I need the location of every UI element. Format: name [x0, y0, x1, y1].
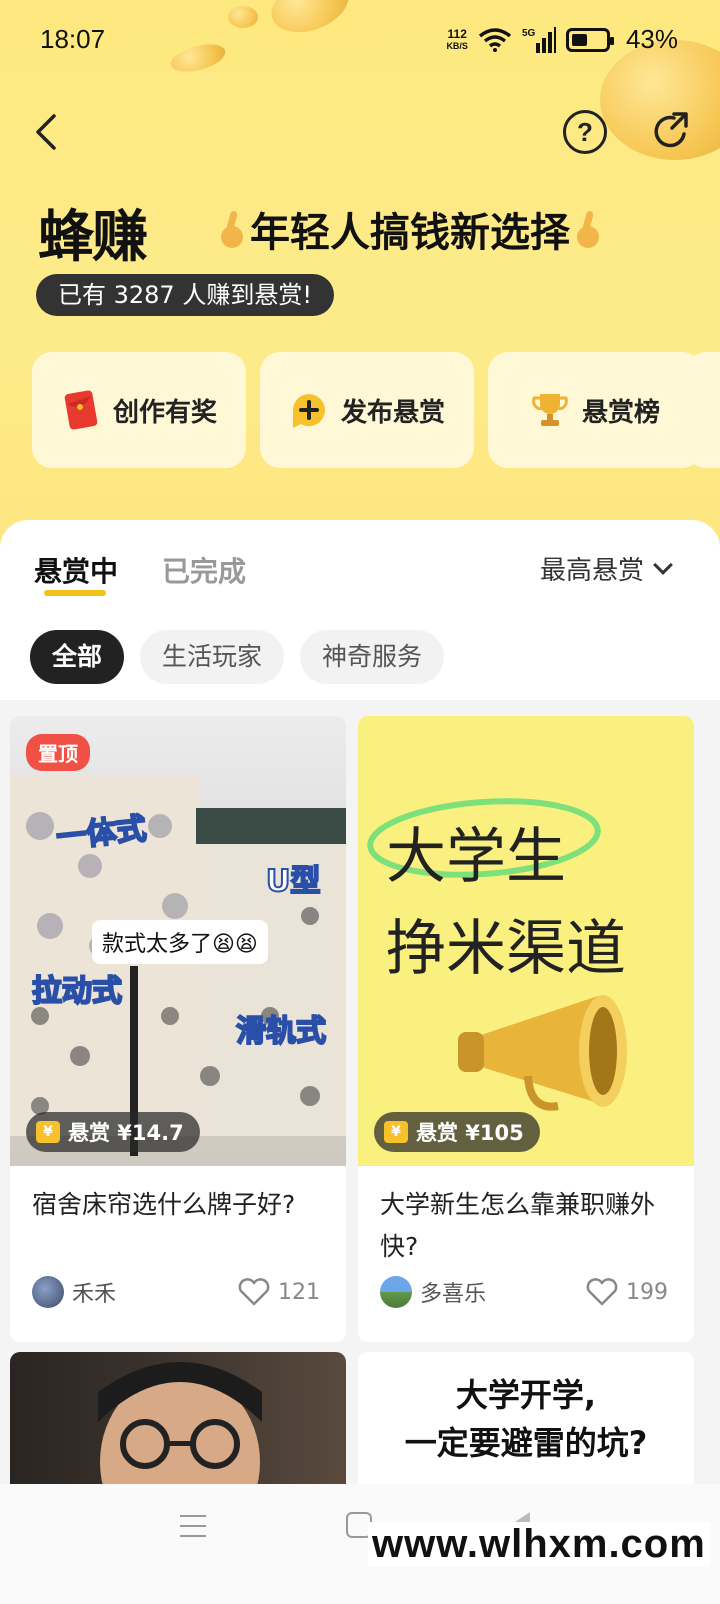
- status-icons: 112 KB/S 5G 43%: [446, 24, 678, 55]
- heart-icon: [238, 1278, 270, 1306]
- speed-unit: KB/S: [446, 40, 468, 51]
- image-label: 一定要避雷的坑?: [404, 1424, 648, 1462]
- filter-chips: 全部 生活玩家 神奇服务: [30, 630, 445, 684]
- brand-logo: 蜂赚: [38, 205, 148, 270]
- filter-chip-life[interactable]: 生活玩家: [140, 630, 285, 684]
- earners-count-badge: 已有 3287 人赚到悬赏!: [36, 274, 334, 316]
- filter-chip-all[interactable]: 全部: [30, 630, 125, 684]
- card-title: 宿舍床帘选什么牌子好?: [32, 1190, 296, 1219]
- like-button[interactable]: 199: [586, 1278, 668, 1306]
- yen-icon: ¥: [384, 1121, 408, 1143]
- network-speed: 112 KB/S: [446, 28, 468, 52]
- sort-dropdown[interactable]: 最高悬赏: [539, 550, 673, 587]
- battery-percent: 43%: [625, 24, 678, 54]
- author-name: 禾禾: [72, 1282, 117, 1307]
- card-author[interactable]: 多喜乐: [380, 1276, 486, 1308]
- image-label: 滑轨式: [235, 1013, 327, 1050]
- crossed-fingers-icon: [577, 211, 599, 248]
- quick-actions: 创作有奖 发布悬赏 悬赏榜: [32, 352, 702, 468]
- avatar: [380, 1276, 412, 1308]
- heart-icon: [586, 1278, 618, 1306]
- reward-amount-badge: ¥ 悬赏 ¥14.7: [26, 1112, 200, 1152]
- card-thumbnail: 一体式 U型 款式太多了😫😫 拉动式 滑轨式 置顶 ¥ 悬赏 ¥14.7: [10, 716, 346, 1166]
- back-arrow-icon[interactable]: [26, 110, 70, 154]
- like-button[interactable]: 121: [238, 1278, 320, 1306]
- image-label: 大学开学,: [455, 1376, 597, 1414]
- image-label: 拉动式: [31, 973, 123, 1010]
- status-time: 18:07: [40, 24, 106, 54]
- filter-chip-service[interactable]: 神奇服务: [300, 630, 445, 684]
- card-title: 大学新生怎么靠兼职赚外快?: [380, 1190, 656, 1261]
- network-type-label: 5G: [522, 28, 536, 39]
- sort-label: 最高悬赏: [539, 556, 644, 586]
- reward-leaderboard-button[interactable]: 悬赏榜: [488, 352, 702, 468]
- image-label: 挣米渠道: [386, 914, 626, 984]
- pinned-badge: 置顶: [26, 734, 90, 771]
- card-thumbnail: 大学生 挣米渠道 ¥ 悬赏 ¥105: [358, 716, 694, 1166]
- wifi-icon: [478, 27, 512, 52]
- action-label: 发布悬赏: [340, 397, 445, 428]
- tab-in-progress[interactable]: 悬赏中: [34, 550, 118, 590]
- share-icon[interactable]: [650, 110, 694, 154]
- image-label: 款式太多了😫😫: [92, 920, 268, 964]
- menu-icon[interactable]: [180, 1515, 206, 1545]
- reward-amount-badge: ¥ 悬赏 ¥105: [374, 1112, 540, 1152]
- author-name: 多喜乐: [420, 1282, 487, 1307]
- watermark: www.wlhxm.com: [368, 1522, 710, 1567]
- image-label: 大学生: [386, 822, 566, 892]
- plus-bubble-icon: [292, 394, 325, 428]
- battery-icon: [565, 27, 614, 52]
- image-label: U型: [265, 863, 321, 900]
- more-action-peek[interactable]: [686, 352, 720, 468]
- red-envelope-icon: [64, 390, 98, 430]
- avatar: [32, 1276, 64, 1308]
- chevron-down-icon: [653, 554, 673, 575]
- yen-icon: ¥: [36, 1121, 60, 1143]
- status-bar: 18:07 112 KB/S 5G 43%: [0, 0, 720, 84]
- like-count: 199: [626, 1279, 668, 1305]
- reward-card[interactable]: 一体式 U型 款式太多了😫😫 拉动式 滑轨式 置顶 ¥ 悬赏 ¥14.7 宿舍床…: [10, 716, 346, 1342]
- trophy-icon: [532, 394, 568, 426]
- reward-amount: 悬赏 ¥105: [416, 1121, 524, 1145]
- action-label: 创作有奖: [112, 397, 217, 428]
- create-reward-button[interactable]: 创作有奖: [32, 352, 246, 468]
- card-author[interactable]: 禾禾: [32, 1276, 116, 1308]
- active-tab-indicator: [44, 590, 106, 596]
- publish-reward-button[interactable]: 发布悬赏: [260, 352, 474, 468]
- action-label: 悬赏榜: [581, 397, 660, 428]
- slogan-text: 年轻人搞钱新选择: [250, 210, 570, 256]
- like-count: 121: [278, 1279, 320, 1305]
- crossed-fingers-icon: [221, 211, 243, 248]
- reward-card[interactable]: 大学生 挣米渠道 ¥ 悬赏 ¥105 大学新生怎么靠兼职赚外快? 多喜乐 199: [358, 716, 694, 1342]
- image-label: 一体式: [54, 810, 149, 856]
- tab-completed[interactable]: 已完成: [162, 550, 246, 590]
- help-icon[interactable]: ?: [563, 110, 607, 154]
- speed-value: 112: [447, 26, 467, 41]
- reward-amount: 悬赏 ¥14.7: [68, 1121, 184, 1145]
- signal-icon: 5G: [522, 26, 556, 53]
- reward-feed: 一体式 U型 款式太多了😫😫 拉动式 滑轨式 置顶 ¥ 悬赏 ¥14.7 宿舍床…: [0, 700, 720, 1604]
- slogan: 年轻人搞钱新选择: [214, 200, 606, 258]
